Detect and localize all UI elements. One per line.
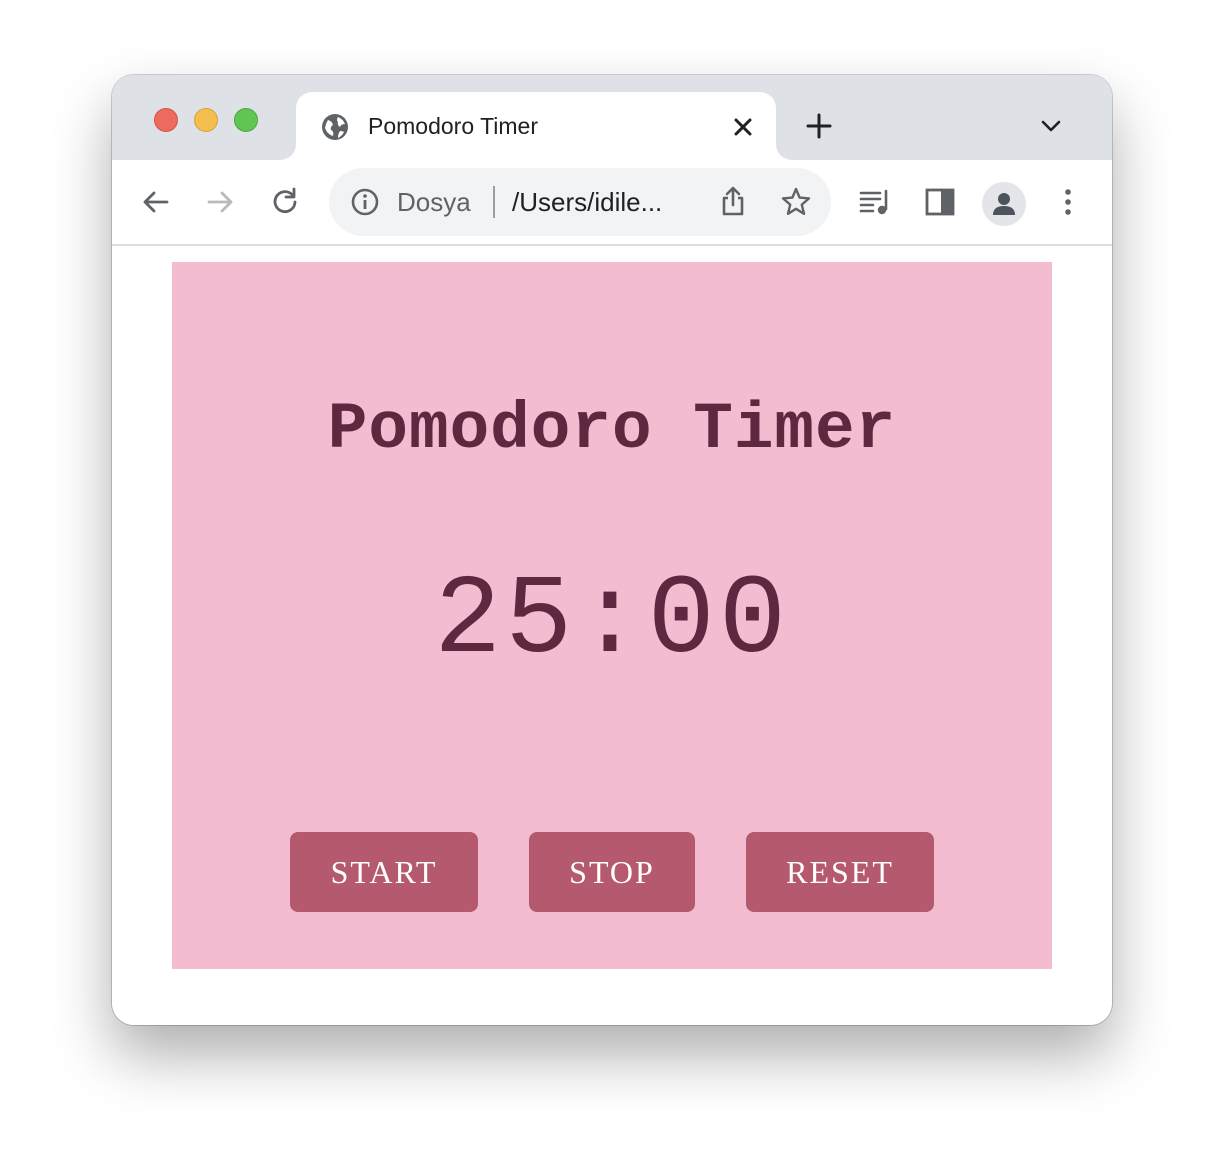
star-icon[interactable]: [779, 185, 813, 219]
new-tab-icon[interactable]: [804, 111, 834, 141]
info-icon[interactable]: [349, 186, 381, 218]
tab-title: Pomodoro Timer: [368, 113, 539, 139]
globe-icon: [322, 114, 348, 140]
timer-display: 25:00: [433, 558, 791, 685]
back-arrow-icon[interactable]: [139, 185, 173, 219]
pomodoro-panel: Pomodoro Timer 25:00 START STOP RESET: [172, 262, 1052, 969]
kebab-menu-icon[interactable]: [1051, 185, 1085, 219]
media-queue-icon[interactable]: [858, 185, 892, 219]
profile-button[interactable]: [982, 182, 1026, 226]
share-icon[interactable]: [717, 184, 749, 218]
reset-button[interactable]: RESET: [746, 832, 934, 912]
tab-strip: Pomodoro Timer: [112, 75, 1112, 160]
url-divider: [493, 186, 495, 218]
start-button[interactable]: START: [290, 832, 478, 912]
url-scheme-label: Dosya: [397, 187, 471, 217]
close-window-button[interactable]: [154, 108, 178, 132]
url-text[interactable]: /Users/idile...: [512, 186, 662, 218]
page-title: Pomodoro Timer: [327, 392, 897, 467]
zoom-window-button[interactable]: [234, 108, 258, 132]
address-bar[interactable]: Dosya /Users/idile...: [329, 168, 831, 236]
browser-window: Pomodoro Timer Dosya /Users/idile... Pom…: [112, 75, 1112, 1025]
minimize-window-button[interactable]: [194, 108, 218, 132]
profile-icon: [993, 193, 1015, 215]
forward-arrow-icon[interactable]: [203, 185, 237, 219]
page-content: Pomodoro Timer 25:00 START STOP RESET: [112, 246, 1112, 1025]
close-icon[interactable]: [730, 114, 756, 140]
chevron-down-icon[interactable]: [1038, 113, 1064, 139]
side-panel-icon[interactable]: [923, 185, 957, 219]
reload-icon[interactable]: [268, 185, 302, 219]
browser-toolbar: Dosya /Users/idile...: [112, 160, 1112, 246]
tab-pomodoro[interactable]: Pomodoro Timer: [296, 92, 776, 160]
stop-button[interactable]: STOP: [529, 832, 695, 912]
